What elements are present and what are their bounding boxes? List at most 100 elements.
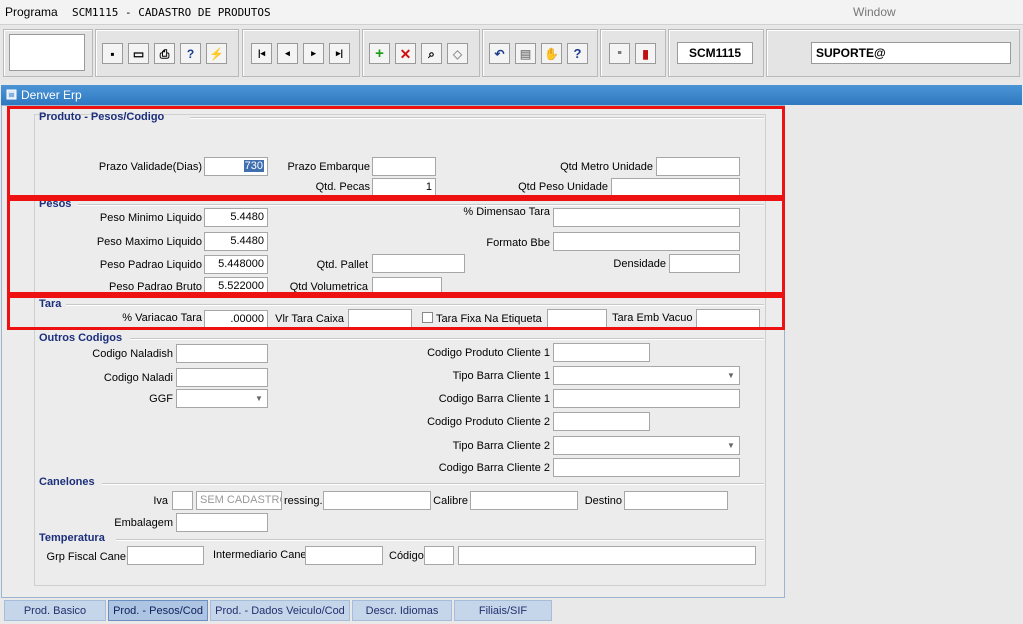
codigo-description-field[interactable] [458, 546, 756, 565]
chevron-down-icon[interactable]: ▼ [724, 368, 738, 383]
exit-icon[interactable]: ▮ [635, 43, 656, 64]
destino-label: Destino [584, 495, 622, 507]
iva-description: SEM CADASTRO [196, 491, 282, 510]
tools-icon[interactable]: ✋ [541, 43, 562, 64]
qtd-metro-unidade-field[interactable] [656, 157, 740, 176]
section-produto-title: Produto - Pesos/Codigo [39, 111, 165, 123]
menu-window[interactable]: Window [853, 5, 896, 19]
qtd-pallet-label: Qtd. Pallet [316, 259, 368, 271]
delete-icon[interactable]: ✕ [395, 43, 416, 64]
iva-field[interactable] [172, 491, 193, 510]
formato-bbe-field[interactable] [553, 232, 740, 251]
tara-fixa-field[interactable] [547, 309, 607, 328]
tab-filiais-sif[interactable]: Filiais/SIF [454, 600, 552, 621]
grp-fiscal-cane-field[interactable] [127, 546, 204, 565]
tab-prod-pesos-cod[interactable]: Prod. - Pesos/Cod [108, 600, 208, 621]
menu-icon[interactable]: ≡ [609, 43, 630, 64]
chevron-down-icon[interactable]: ▼ [252, 391, 266, 406]
qtd-volumetrica-field[interactable] [372, 277, 442, 293]
help-icon[interactable]: ? [567, 43, 588, 64]
ggf-label: GGF [149, 393, 173, 405]
tipo-barra-cliente2-select[interactable]: ▼ [553, 436, 740, 455]
tara-emb-vacuo-field[interactable] [696, 309, 760, 328]
codigo-produto-cliente2-label: Codigo Produto Cliente 2 [427, 416, 550, 428]
codigo-field[interactable] [424, 546, 454, 565]
codigo-produto-cliente2-field[interactable] [553, 412, 650, 431]
qtd-pallet-field[interactable] [372, 254, 465, 273]
prazo-embarque-field[interactable] [372, 157, 436, 176]
toolbar-group-nav: |◂ ◂ ▸ ▸| [242, 29, 360, 77]
save-icon[interactable]: ▪ [102, 43, 123, 64]
peso-padrao-liquido-field[interactable]: 5.448000 [204, 255, 268, 274]
divider [190, 117, 764, 119]
divider [130, 338, 764, 340]
tab-prod-dados-veiculo[interactable]: Prod. - Dados Veiculo/Cod [210, 600, 350, 621]
qtd-peso-unidade-field[interactable] [611, 178, 740, 197]
densidade-label: Densidade [613, 258, 666, 270]
chevron-down-icon[interactable]: ▼ [724, 438, 738, 453]
peso-padrao-bruto-field[interactable]: 5.522000 [204, 277, 268, 296]
toolbar: ▪ ▭ ⎙ ? ⚡ |◂ ◂ ▸ ▸| + ✕ ⌕ ◇ ↶ ▤ ✋ ? ≡ ▮ … [0, 26, 1023, 80]
calibre-field[interactable] [470, 491, 578, 510]
next-record-icon[interactable]: ▸ [303, 43, 324, 64]
form-code: SCM1115 [677, 42, 753, 64]
ressing-field[interactable] [323, 491, 431, 510]
iva-label: Iva [153, 495, 168, 507]
section-tara-title: Tara [39, 298, 62, 310]
printer-icon[interactable]: ⎙ [154, 43, 175, 64]
codigo-naladish-label: Codigo Naladish [92, 348, 173, 360]
menu-programa[interactable]: Programa [5, 5, 58, 19]
section-outros-title: Outros Codigos [39, 332, 123, 344]
tipo-barra-cliente1-select[interactable]: ▼ [553, 366, 740, 385]
logo-group [3, 29, 93, 77]
execute-icon[interactable]: ⚡ [206, 43, 227, 64]
section-temperatura-title: Temperatura [39, 532, 105, 544]
clipboard-icon[interactable]: ▤ [515, 43, 536, 64]
insert-icon[interactable]: + [369, 43, 390, 64]
densidade-field[interactable] [669, 254, 740, 273]
codigo-barra-cliente2-field[interactable] [553, 458, 740, 477]
divider [116, 539, 764, 541]
tab-descr-idiomas[interactable]: Descr. Idiomas [352, 600, 452, 621]
codigo-naladish-field[interactable] [176, 344, 268, 363]
first-record-icon[interactable]: |◂ [251, 43, 272, 64]
section-pesos-title: Pesos [39, 198, 72, 210]
search-icon[interactable]: ⌕ [421, 43, 442, 64]
prazo-validade-field[interactable]: 730 [204, 157, 268, 176]
calibre-label: Calibre [433, 495, 468, 507]
codigo-naladi-field[interactable] [176, 368, 268, 387]
previous-record-icon[interactable]: ◂ [277, 43, 298, 64]
last-record-icon[interactable]: ▸| [329, 43, 350, 64]
tipo-barra-cliente1-label: Tipo Barra Cliente 1 [452, 370, 550, 382]
dimensao-tara-field[interactable] [553, 208, 740, 227]
destino-field[interactable] [624, 491, 728, 510]
codigo-barra-cliente1-field[interactable] [553, 389, 740, 408]
codigo-barra-cliente1-label: Codigo Barra Cliente 1 [438, 393, 550, 405]
tab-prod-basico[interactable]: Prod. Basico [4, 600, 106, 621]
variacao-tara-field[interactable]: .00000 [204, 310, 268, 329]
codigo-produto-cliente1-field[interactable] [553, 343, 650, 362]
ggf-select[interactable]: ▼ [176, 389, 268, 408]
peso-minimo-field[interactable]: 5.4480 [204, 208, 268, 227]
user-field: SUPORTE@ [811, 42, 1011, 64]
panel-titlebar: Denver Erp [1, 85, 1022, 105]
divider [78, 204, 764, 206]
undo-icon[interactable]: ↶ [489, 43, 510, 64]
qtd-volumetrica-label: Qtd Volumetrica [289, 281, 368, 293]
ressing-label: ressing. [284, 495, 323, 507]
intermediario-cane-field[interactable] [305, 546, 383, 565]
menu-bar: Programa SCM1115 - CADASTRO DE PRODUTOS … [0, 0, 1023, 25]
divider [102, 483, 764, 485]
peso-maximo-field[interactable]: 5.4480 [204, 232, 268, 251]
qtd-pecas-field[interactable]: 1 [372, 178, 436, 197]
tara-fixa-checkbox[interactable] [422, 312, 433, 323]
query-icon[interactable]: ? [180, 43, 201, 64]
qtd-peso-unidade-label: Qtd Peso Unidade [518, 181, 608, 193]
qtd-pecas-label: Qtd. Pecas [315, 181, 370, 193]
tipo-barra-cliente2-label: Tipo Barra Cliente 2 [452, 440, 550, 452]
print-preview-icon[interactable]: ▭ [128, 43, 149, 64]
clear-icon[interactable]: ◇ [447, 43, 468, 64]
vlr-tara-caixa-field[interactable] [348, 309, 412, 328]
user-group: SUPORTE@ [766, 29, 1020, 77]
embalagem-field[interactable] [176, 513, 268, 532]
